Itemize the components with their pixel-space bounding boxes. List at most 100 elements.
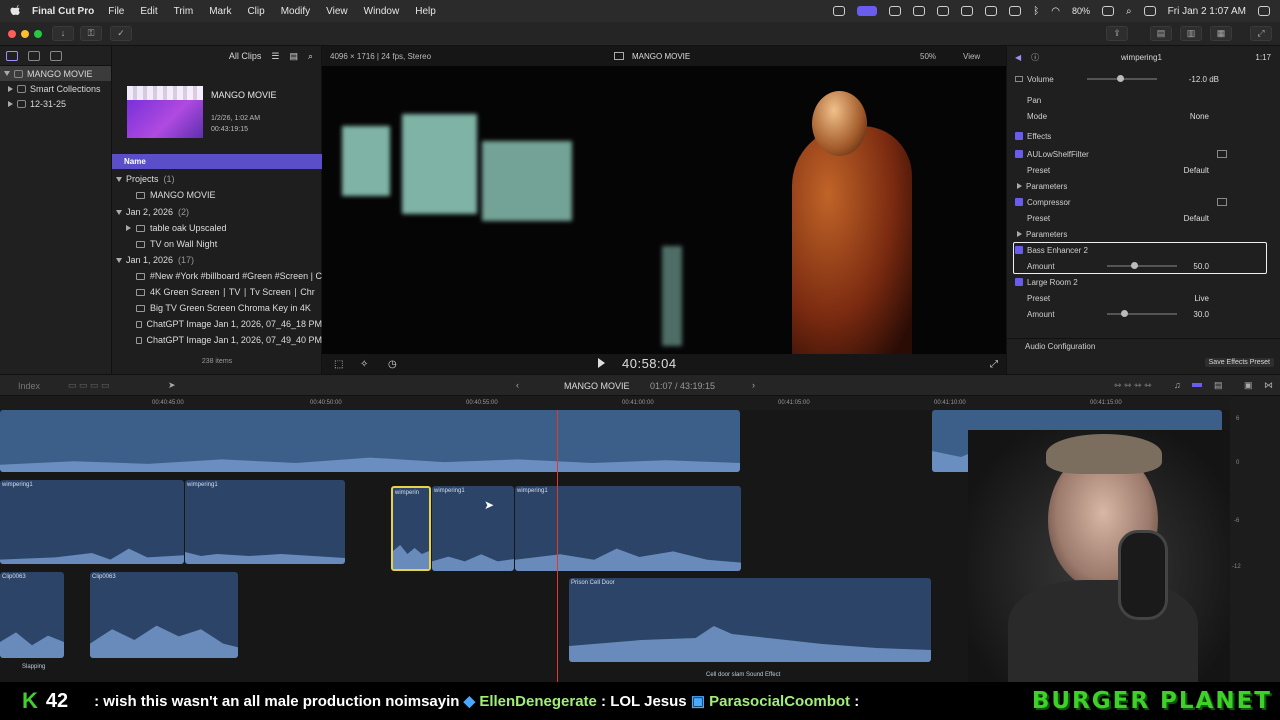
control-center-icon[interactable] — [1143, 6, 1156, 16]
effect-settings-icon[interactable] — [1217, 150, 1227, 158]
timeline-project-name[interactable]: MANGO MOVIE — [564, 381, 630, 391]
menu-window[interactable]: Window — [364, 6, 400, 17]
back-icon[interactable]: ‹ — [516, 380, 519, 390]
volume-value[interactable]: -12.0 dB — [1189, 75, 1219, 84]
battery-icon[interactable] — [1102, 6, 1115, 16]
disclosure-icon[interactable] — [1017, 231, 1022, 237]
list-item[interactable]: table oak Upscaled — [112, 220, 322, 236]
checkbox-icon[interactable] — [1015, 278, 1023, 286]
checkbox-icon[interactable] — [1015, 150, 1023, 158]
library-item-mango-movie[interactable]: MANGO MOVIE — [0, 66, 111, 81]
search-icon[interactable]: ⌕ — [1126, 6, 1132, 17]
list-item[interactable]: Jan 2, 2026 (2) — [112, 204, 322, 220]
timeline-ruler[interactable]: 00:40:45:00 00:40:50:00 00:40:55:00 00:4… — [0, 396, 1230, 410]
menu-view[interactable]: View — [326, 6, 348, 17]
inspector-row-preset[interactable]: Preset Default — [1007, 210, 1280, 226]
preset-dropdown[interactable]: Default — [1184, 166, 1209, 175]
notification-icon[interactable] — [1258, 6, 1270, 16]
headphones-icon[interactable]: ♫ — [1174, 380, 1181, 390]
library-item-event[interactable]: 12-31-25 — [0, 96, 111, 111]
amount-slider[interactable] — [1107, 310, 1177, 317]
disclosure-icon[interactable] — [126, 225, 131, 231]
checkbox-icon[interactable] — [1015, 198, 1023, 206]
playhead[interactable] — [557, 410, 558, 682]
libraries-icon[interactable] — [6, 50, 18, 61]
inspector-row-effect[interactable]: AULowShelfFilter — [1007, 146, 1280, 162]
amount-value[interactable]: 50.0 — [1193, 262, 1209, 271]
disclosure-icon[interactable] — [116, 257, 122, 263]
timeline-clip[interactable]: Clip0063 — [0, 572, 64, 658]
bluetooth-icon[interactable]: ᛒ — [1033, 6, 1039, 17]
status-icon[interactable] — [889, 6, 902, 16]
magic-wand-icon[interactable]: ✧ — [360, 359, 368, 370]
background-tasks-button[interactable]: ✓ — [110, 26, 132, 41]
disclosure-icon[interactable] — [116, 176, 122, 182]
wifi-icon[interactable]: ◠ — [1051, 6, 1060, 17]
effects-browser-icon[interactable]: ▣ — [1244, 380, 1253, 391]
layout-browser-button[interactable]: ▤ — [1150, 26, 1172, 41]
list-item[interactable]: TV on Wall Night — [112, 236, 322, 252]
inspector-row-pan[interactable]: Pan — [1007, 92, 1280, 108]
menu-clock[interactable]: Fri Jan 2 1:07 AM — [1168, 6, 1246, 17]
edit-tools-icon[interactable]: ▭ ▭ ▭ ▭ — [68, 380, 110, 391]
index-button[interactable]: Index — [18, 381, 40, 391]
timeline-clip[interactable]: wimpering1 — [0, 480, 184, 564]
inspector-row-parameters[interactable]: Parameters — [1007, 226, 1280, 242]
inspector-row-effects[interactable]: Effects — [1007, 128, 1280, 144]
layout-inspector-button[interactable]: ▦ — [1210, 26, 1232, 41]
list-item[interactable]: #New #York #billboard #Green #Screen | C — [112, 268, 322, 284]
menu-clip[interactable]: Clip — [247, 6, 264, 17]
disclosure-icon[interactable] — [8, 100, 13, 107]
inspector-row-volume[interactable]: Volume -12.0 dB — [1007, 71, 1280, 87]
disclosure-icon[interactable] — [8, 85, 13, 92]
library-item-smart-collections[interactable]: Smart Collections — [0, 81, 111, 96]
timeline-tools-icon[interactable]: ⇿ ⇿ ⇿ ⇿ — [1114, 380, 1152, 391]
name-column-header[interactable]: Name — [112, 154, 322, 169]
effect-settings-icon[interactable] — [1217, 198, 1227, 206]
amount-slider[interactable] — [1107, 262, 1177, 269]
titles-icon[interactable] — [50, 50, 62, 61]
zoom-window-button[interactable] — [34, 30, 42, 38]
fullscreen-viewer-icon[interactable]: ⤢ — [990, 359, 998, 370]
forward-icon[interactable]: › — [752, 380, 755, 390]
menu-trim[interactable]: Trim — [174, 6, 194, 17]
list-item[interactable]: Big TV Green Screen Chroma Key in 4K — [112, 300, 322, 316]
list-view-icon[interactable]: ☰ — [271, 51, 279, 62]
status-icon[interactable] — [985, 6, 998, 16]
inspector-row-amount[interactable]: Amount 30.0 — [1007, 306, 1280, 322]
menu-modify[interactable]: Modify — [281, 6, 310, 17]
preset-dropdown[interactable]: Live — [1194, 294, 1209, 303]
status-icon[interactable] — [833, 6, 846, 16]
layout-timeline-button[interactable]: ▥ — [1180, 26, 1202, 41]
clip-filter-dropdown[interactable]: All Clips — [229, 51, 262, 61]
audio-skimming-icon[interactable] — [1192, 383, 1202, 387]
view-dropdown[interactable]: View — [963, 52, 980, 61]
apple-icon[interactable] — [10, 5, 20, 17]
save-effects-preset-button[interactable]: Save Effects Preset — [1204, 358, 1274, 367]
filmstrip-view-icon[interactable]: ▤ — [289, 51, 298, 62]
audio-inspector-icon[interactable]: ◀ — [1015, 53, 1021, 62]
checkbox-icon[interactable] — [1015, 132, 1023, 140]
list-item[interactable]: MANGO MOVIE — [112, 187, 322, 203]
menu-help[interactable]: Help — [415, 6, 436, 17]
timeline-clip[interactable] — [0, 410, 740, 472]
fullscreen-button[interactable]: ⤢ — [1250, 26, 1272, 41]
import-button[interactable]: ↓ — [52, 26, 74, 41]
play-status-icon[interactable] — [937, 6, 950, 16]
clip-appearance-icon[interactable]: ▤ — [1214, 380, 1223, 391]
amount-value[interactable]: 30.0 — [1193, 310, 1209, 319]
timecode-display[interactable]: 40:58:04 — [622, 356, 677, 371]
video-frame[interactable] — [322, 66, 1006, 354]
transitions-icon[interactable]: ⋈ — [1264, 380, 1273, 391]
pan-mode-dropdown[interactable]: None — [1190, 112, 1209, 121]
inspector-row-preset[interactable]: Preset Default — [1007, 162, 1280, 178]
timeline-clip[interactable]: Prison Cell Door — [569, 578, 931, 662]
inspector-row-effect[interactable]: Large Room 2 — [1007, 274, 1280, 290]
inspector-row-audio-config[interactable]: Audio Configuration — [1007, 338, 1280, 354]
selected-clip[interactable]: wimperin — [391, 486, 431, 571]
inspector-row-effect[interactable]: Bass Enhancer 2 — [1007, 242, 1280, 258]
inspector-row-effect[interactable]: Compressor — [1007, 194, 1280, 210]
minimize-window-button[interactable] — [21, 30, 29, 38]
play-icon[interactable] — [598, 358, 605, 368]
menu-app-name[interactable]: Final Cut Pro — [32, 6, 94, 17]
